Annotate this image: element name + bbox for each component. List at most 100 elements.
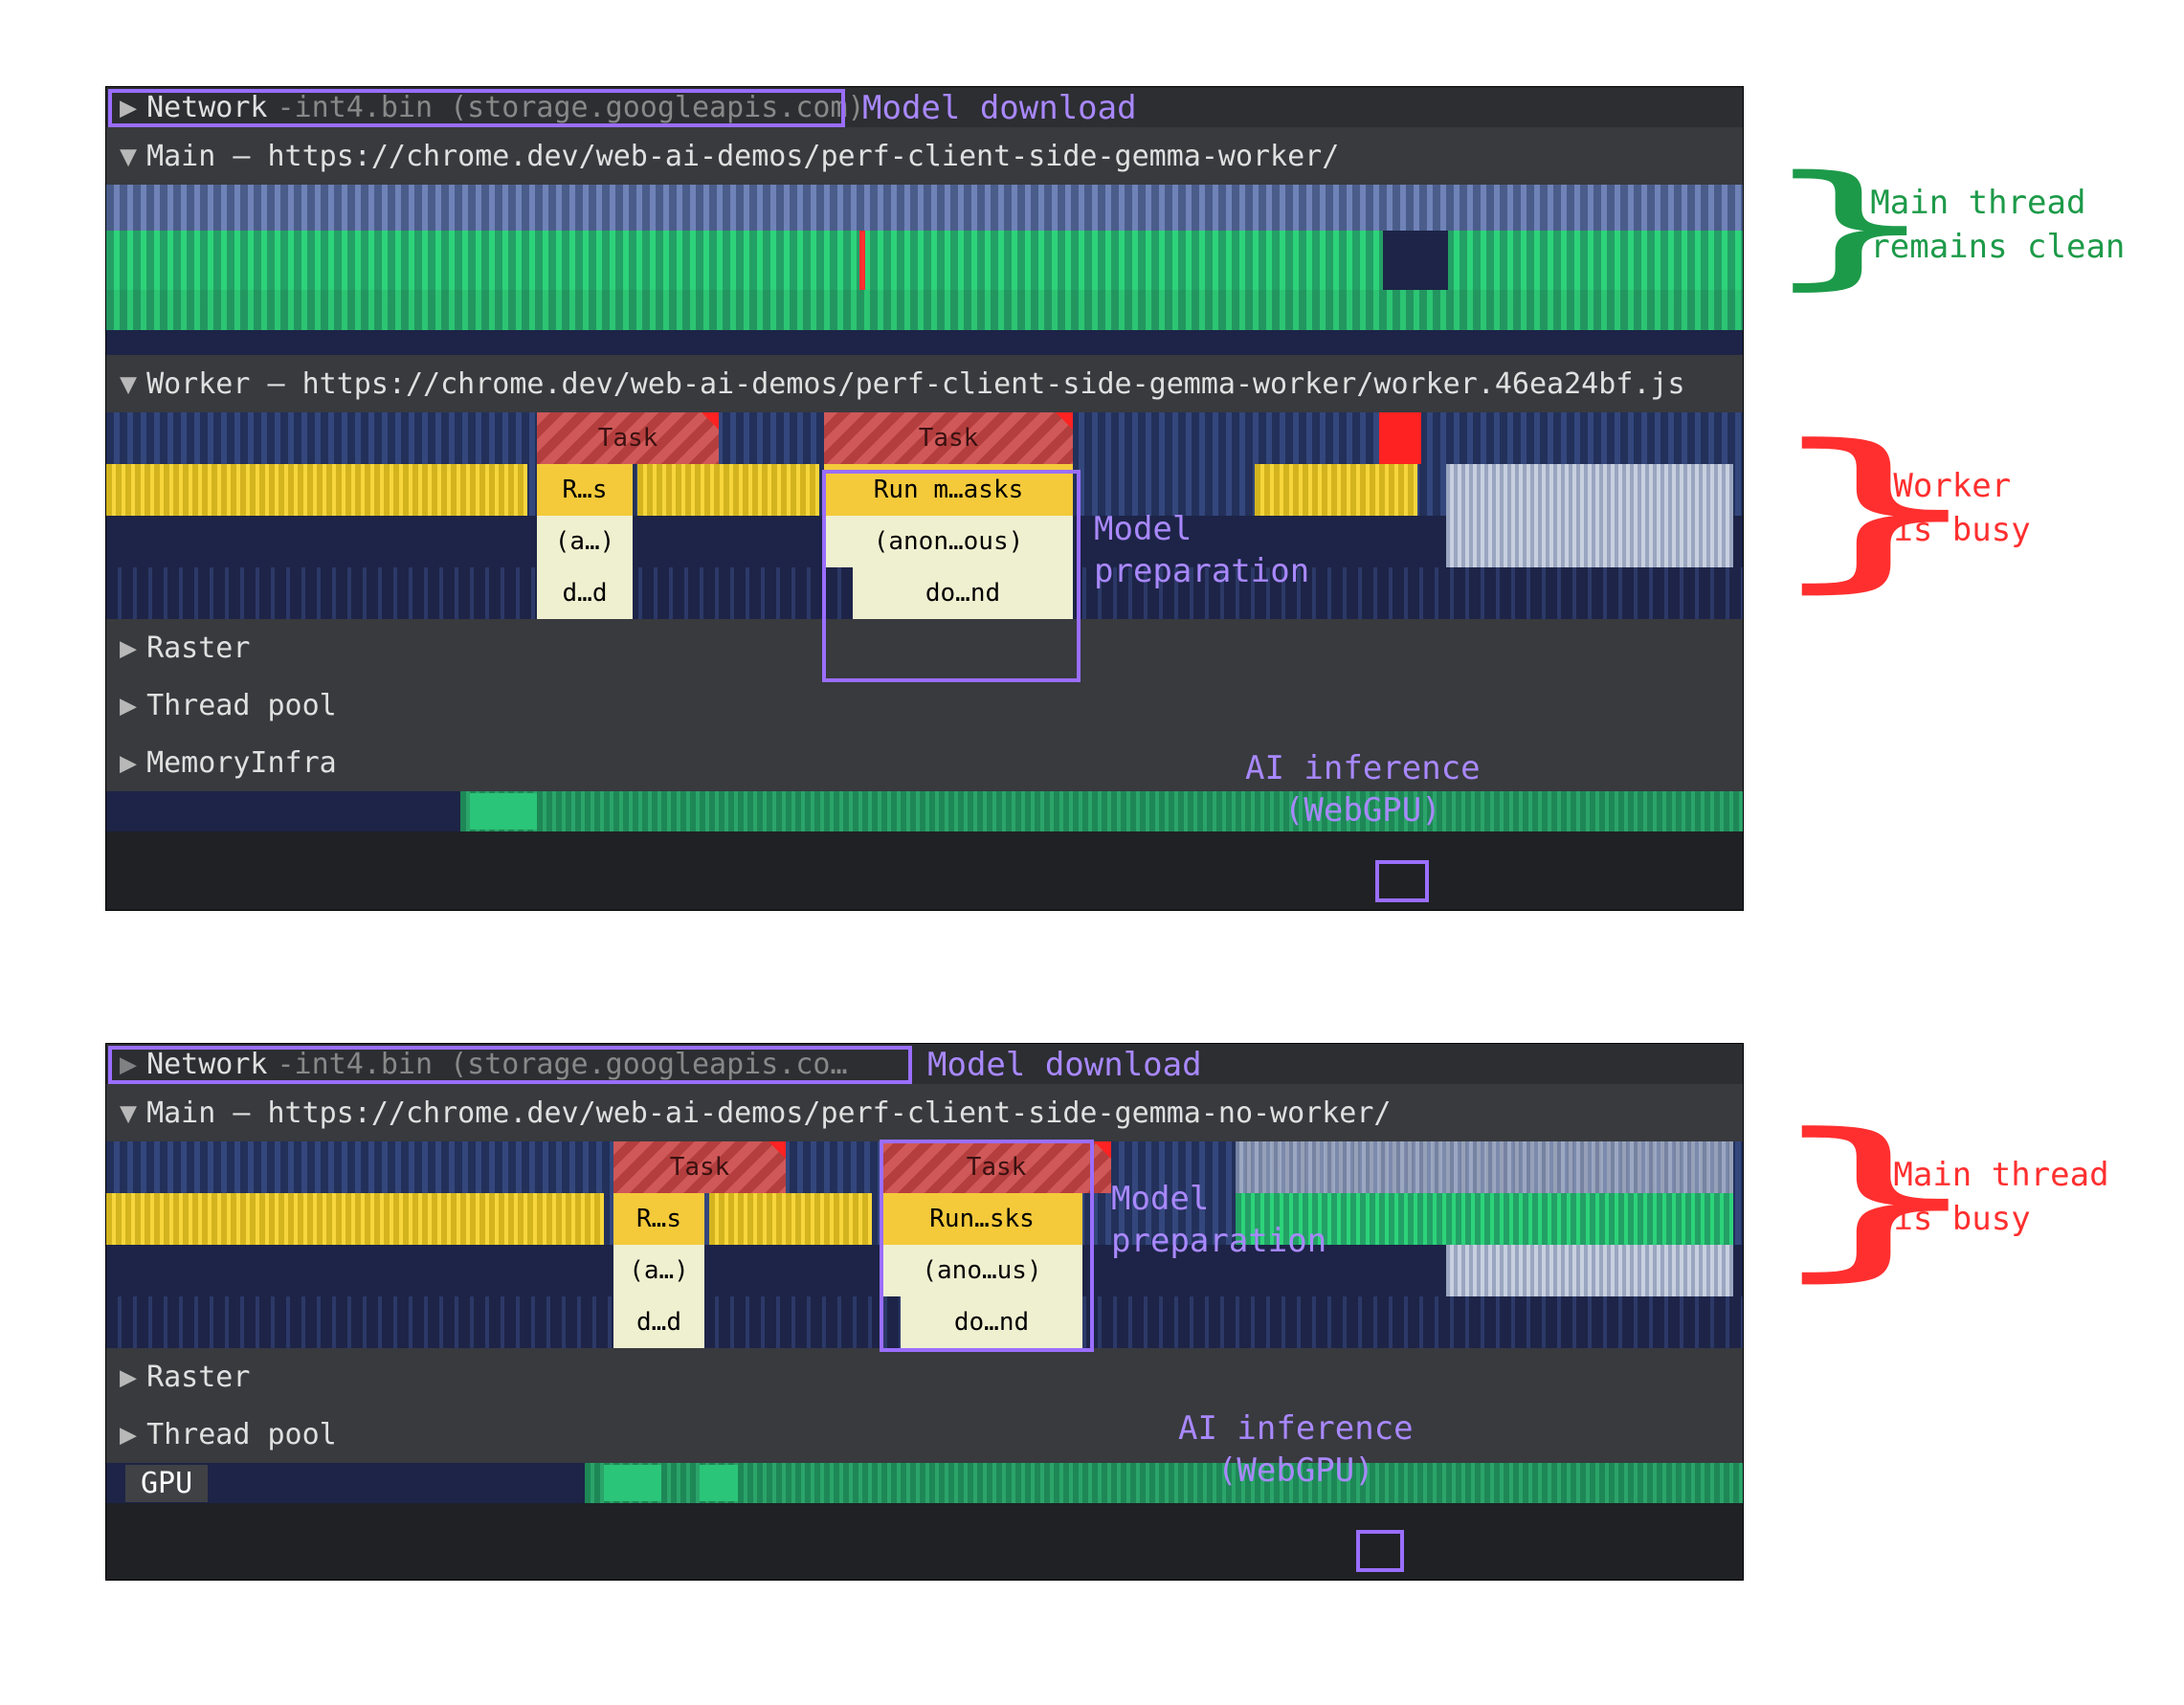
function-block[interactable]: R…s <box>613 1193 704 1245</box>
worker-row-4[interactable]: d…d do…nd <box>106 567 1743 619</box>
main-flame-row3[interactable] <box>106 290 1743 330</box>
main-row-3[interactable]: (a…) (ano…us) <box>106 1245 1743 1296</box>
annotation-model-prep: Model preparation <box>1111 1178 1326 1262</box>
function-block[interactable]: do…nd <box>853 567 1073 619</box>
script-block[interactable] <box>106 464 527 516</box>
worker-row-3[interactable]: (a…) (anon…ous) <box>106 516 1743 567</box>
track-gpu[interactable]: GPU <box>106 791 1743 831</box>
main-row-tasks[interactable]: Task Task <box>106 1141 1743 1193</box>
highlight-gpu <box>1356 1530 1404 1572</box>
script-block[interactable] <box>1446 464 1733 516</box>
disclosure-icon <box>120 1361 137 1394</box>
annotation-ai-inference: AI inference (WebGPU) <box>1178 1407 1414 1492</box>
task-label: Task <box>670 1153 730 1182</box>
track-main-label: Main — https://chrome.dev/web-ai-demos/p… <box>146 140 1339 173</box>
fn-label: (ano…us) <box>922 1256 1041 1285</box>
task-label: Task <box>919 424 979 453</box>
disclosure-icon <box>120 1418 137 1451</box>
highlight-gpu <box>1375 860 1429 902</box>
worker-row-tasks[interactable]: Task Task <box>106 412 1743 464</box>
track-worker-label: Worker — https://chrome.dev/web-ai-demos… <box>146 367 1684 401</box>
track-gpu[interactable]: GPU <box>106 1463 1743 1503</box>
script-block[interactable] <box>709 1193 872 1245</box>
gpu-activity <box>604 1465 661 1501</box>
task-block[interactable]: Task <box>537 412 719 464</box>
disclosure-icon <box>120 91 137 124</box>
disclosure-icon <box>120 1048 137 1081</box>
function-block[interactable]: R…s <box>537 464 633 516</box>
track-raster-header[interactable]: Raster <box>106 1348 1743 1406</box>
track-gpu-label: GPU <box>125 1465 208 1502</box>
devtools-perf-panel-worker[interactable]: Network -int4.bin (storage.googleapis.co… <box>105 86 1744 911</box>
function-block[interactable]: (ano…us) <box>881 1245 1082 1296</box>
track-label: Thread pool <box>146 689 337 722</box>
script-block[interactable] <box>106 1193 604 1245</box>
fn-label: (anon…ous) <box>874 527 1024 556</box>
main-row-4[interactable]: d…d do…nd <box>106 1296 1743 1348</box>
task-label: Task <box>598 424 658 453</box>
devtools-perf-panel-no-worker[interactable]: Network -int4.bin (storage.googleapis.co… <box>105 1043 1744 1581</box>
function-block[interactable]: (anon…ous) <box>824 516 1073 567</box>
track-worker-header[interactable]: Worker — https://chrome.dev/web-ai-demos… <box>106 355 1743 412</box>
fn-label: Run…sks <box>929 1205 1035 1233</box>
function-block[interactable]: (a…) <box>613 1245 704 1296</box>
fn-label: d…d <box>563 579 608 608</box>
disclosure-icon <box>120 746 137 780</box>
annotation-ai-inference: AI inference (WebGPU) <box>1245 747 1481 831</box>
task-label: Task <box>967 1153 1027 1182</box>
fn-label: R…s <box>636 1205 681 1233</box>
gpu-activity <box>700 1465 738 1501</box>
task-block[interactable]: Task <box>824 412 1073 464</box>
network-file-hint: -int4.bin (storage.googleapis.co… <box>278 1048 848 1081</box>
track-label: Raster <box>146 1361 250 1394</box>
gpu-activity <box>470 793 537 830</box>
network-file-hint: -int4.bin (storage.googleapis.com) <box>278 91 865 124</box>
script-block[interactable] <box>637 464 819 516</box>
task-block[interactable]: Task <box>881 1141 1111 1193</box>
track-main-label: Main — https://chrome.dev/web-ai-demos/p… <box>146 1096 1391 1130</box>
function-block[interactable]: d…d <box>613 1296 704 1348</box>
annotation-model-download: Model download <box>862 89 1137 127</box>
main-row-2[interactable]: R…s Run…sks <box>106 1193 1743 1245</box>
function-block[interactable]: d…d <box>537 567 633 619</box>
function-block[interactable]: do…nd <box>901 1296 1082 1348</box>
annotation-model-prep: Model preparation <box>1094 508 1309 592</box>
annotation-worker-busy: } Worker is busy <box>1761 440 2031 578</box>
long-task-marker <box>1379 412 1421 464</box>
main-flame-row2[interactable] <box>106 231 1743 290</box>
track-network-header[interactable]: Network -int4.bin (storage.googleapis.co… <box>106 1044 1743 1084</box>
track-threadpool-header[interactable]: Thread pool <box>106 676 1743 734</box>
track-main-header[interactable]: Main — https://chrome.dev/web-ai-demos/p… <box>106 1084 1743 1141</box>
fn-label: do…nd <box>954 1308 1029 1337</box>
track-memoryinfra-header[interactable]: MemoryInfra <box>106 734 1743 791</box>
annotation-main-busy: } Main thread is busy <box>1761 1129 2109 1267</box>
function-block[interactable]: (a…) <box>537 516 633 567</box>
disclosure-icon <box>120 367 137 401</box>
disclosure-icon <box>120 631 137 665</box>
track-main-header[interactable]: Main — https://chrome.dev/web-ai-demos/p… <box>106 127 1743 185</box>
disclosure-icon <box>120 689 137 722</box>
annotation-model-download: Model download <box>927 1046 1202 1084</box>
task-block[interactable]: Task <box>613 1141 786 1193</box>
script-block[interactable] <box>1446 516 1733 567</box>
function-block[interactable]: Run m…asks <box>824 464 1073 516</box>
main-flame-row1[interactable] <box>106 185 1743 231</box>
disclosure-icon <box>120 140 137 173</box>
disclosure-icon <box>120 1096 137 1130</box>
flame-block[interactable] <box>1446 1245 1733 1296</box>
fn-label: do…nd <box>925 579 1000 608</box>
worker-row-2[interactable]: R…s Run m…asks <box>106 464 1743 516</box>
fn-label: (a…) <box>555 527 615 556</box>
track-label: Thread pool <box>146 1418 337 1451</box>
annotation-main-clean: } Main thread remains clean <box>1761 172 2125 279</box>
main-flame-gap <box>106 330 1743 355</box>
fn-label: R…s <box>563 476 608 504</box>
function-block[interactable]: Run…sks <box>881 1193 1082 1245</box>
track-raster-header[interactable]: Raster <box>106 619 1743 676</box>
track-network-label: Network <box>146 91 267 124</box>
fn-label: Run m…asks <box>874 476 1024 504</box>
track-label: MemoryInfra <box>146 746 337 780</box>
track-network-label: Network <box>146 1048 267 1081</box>
track-threadpool-header[interactable]: Thread pool <box>106 1406 1743 1463</box>
fn-label: d…d <box>636 1308 681 1337</box>
